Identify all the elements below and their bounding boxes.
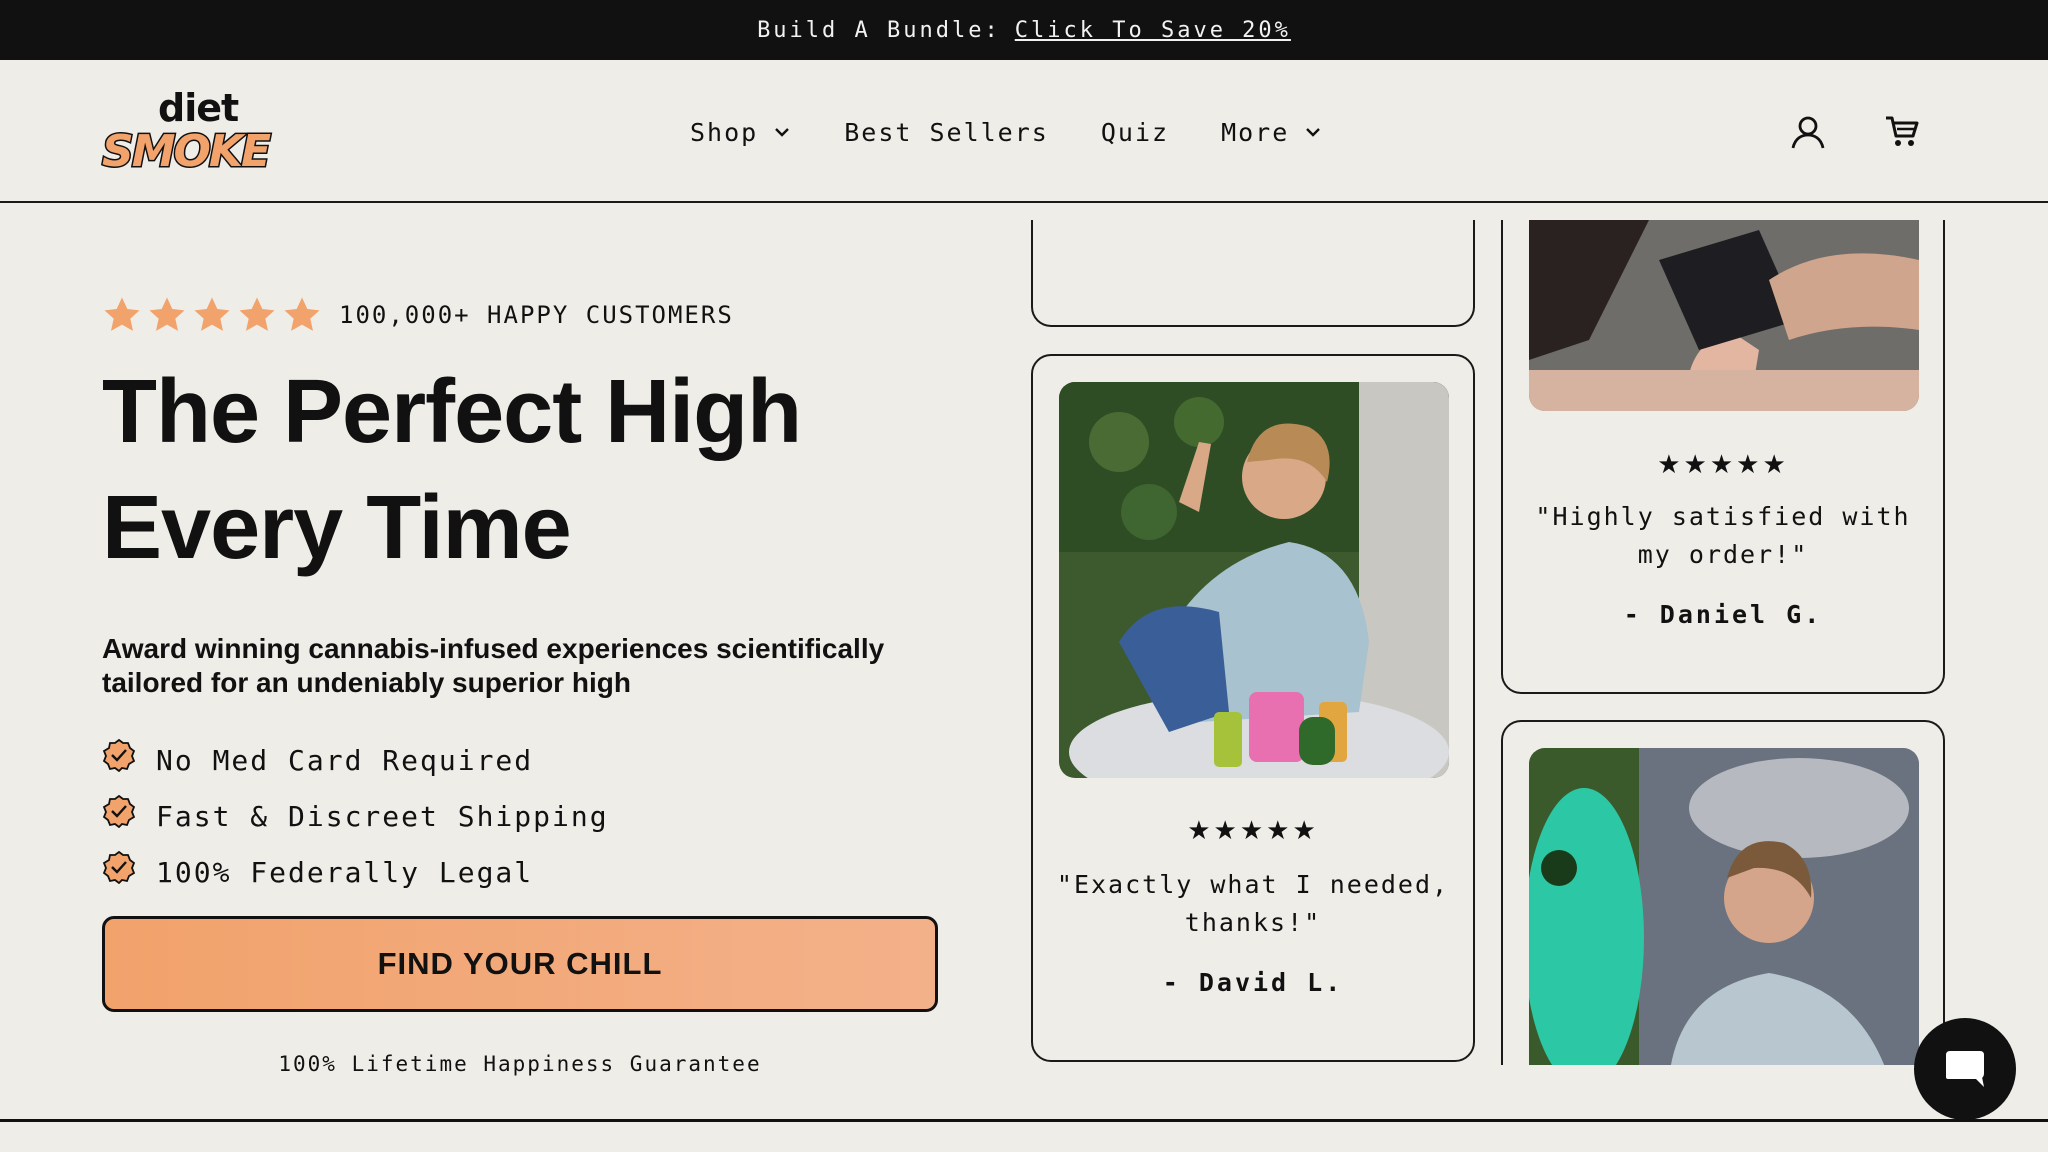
guarantee-text: 100% Lifetime Happiness Guarantee [278, 1052, 762, 1076]
star-icon [194, 297, 230, 331]
feature-text: Fast & Discreet Shipping [156, 799, 609, 833]
account-button[interactable] [1786, 110, 1830, 154]
review-photo [1529, 748, 1919, 1065]
review-author: - David L. [1162, 968, 1344, 997]
site-header: diet SMOKE Shop Best Sellers Quiz More [0, 60, 2048, 203]
list-item: Fast & Discreet Shipping [102, 788, 942, 844]
check-badge-icon [102, 850, 136, 884]
list-item: No Med Card Required [102, 732, 942, 788]
review-stars: ★★★★★ [1187, 816, 1319, 846]
hero-title: The Perfect High Every Time [102, 354, 942, 586]
hero-title-line: Every Time [102, 478, 572, 578]
review-photo [1059, 382, 1449, 778]
rating-row: 100,000+ HAPPY CUSTOMERS [102, 290, 942, 340]
feature-text: 100% Federally Legal [156, 855, 534, 889]
nav-item-best-sellers[interactable]: Best Sellers [844, 118, 1049, 147]
review-card: ★★★★★ "Highly satisfied with my order!" … [1501, 220, 1945, 694]
hero-title-line: The Perfect High [102, 362, 802, 462]
review-photo-image [1059, 382, 1449, 778]
review-stars: ★★★★★ [1657, 450, 1789, 480]
nav-item-more[interactable]: More [1221, 118, 1323, 147]
announcement-bar: Build A Bundle: Click To Save 20% [0, 0, 2048, 60]
star-icon [149, 297, 185, 331]
nav-item-quiz[interactable]: Quiz [1101, 118, 1169, 147]
logo[interactable]: diet SMOKE [100, 86, 282, 179]
check-badge-icon [102, 738, 136, 772]
nav-label: Quiz [1100, 117, 1170, 147]
find-your-chill-button[interactable]: FIND YOUR CHILL [102, 916, 938, 1012]
nav-label: Shop [690, 117, 759, 147]
account-icon [1791, 116, 1825, 149]
review-quote: "Highly satisfied with my order!" [1535, 502, 1911, 569]
review-quote: "Exactly what I needed, thanks!" [1056, 870, 1450, 937]
feature-list: No Med Card Required Fast & Discreet Shi… [102, 732, 942, 900]
announcement-link[interactable]: Click To Save 20% [1015, 18, 1291, 43]
nav-item-shop[interactable]: Shop [690, 118, 792, 147]
feature-text: No Med Card Required [156, 743, 534, 777]
hero-section: 100,000+ HAPPY CUSTOMERS The Perfect Hig… [102, 290, 942, 900]
review-photo-image [1529, 220, 1919, 411]
review-author: - Daniel G. [1623, 600, 1823, 629]
chevron-down-icon [1306, 128, 1321, 137]
cart-button[interactable] [1880, 110, 1924, 154]
star-icon [284, 297, 320, 331]
main-nav: Shop Best Sellers Quiz More [690, 112, 1375, 152]
rating-count-text: 100,000+ HAPPY CUSTOMERS [339, 301, 734, 329]
hero-subtitle: Award winning cannabis-infused experienc… [102, 633, 885, 698]
section-divider [0, 1119, 2048, 1122]
review-card-partial [1501, 720, 1945, 1065]
logo-bottom-text: SMOKE [100, 125, 272, 179]
review-photo-image [1529, 748, 1919, 1065]
review-photo [1529, 220, 1919, 411]
announcement-text: Build A Bundle: [757, 17, 1001, 43]
review-card-partial [1031, 220, 1475, 327]
star-icon [104, 297, 140, 331]
cart-icon [1886, 116, 1919, 146]
review-card: ★★★★★ "Exactly what I needed, thanks!" -… [1031, 354, 1475, 1062]
list-item: 100% Federally Legal [102, 844, 942, 900]
chat-button[interactable] [1914, 1018, 2016, 1120]
check-badge-icon [102, 794, 136, 828]
chevron-down-icon [775, 128, 790, 137]
nav-label: Best Sellers [844, 117, 1049, 147]
nav-label: More [1221, 117, 1290, 147]
logo-top-text: diet [158, 86, 239, 130]
chat-icon [1946, 1051, 1984, 1087]
star-icon [239, 297, 275, 331]
